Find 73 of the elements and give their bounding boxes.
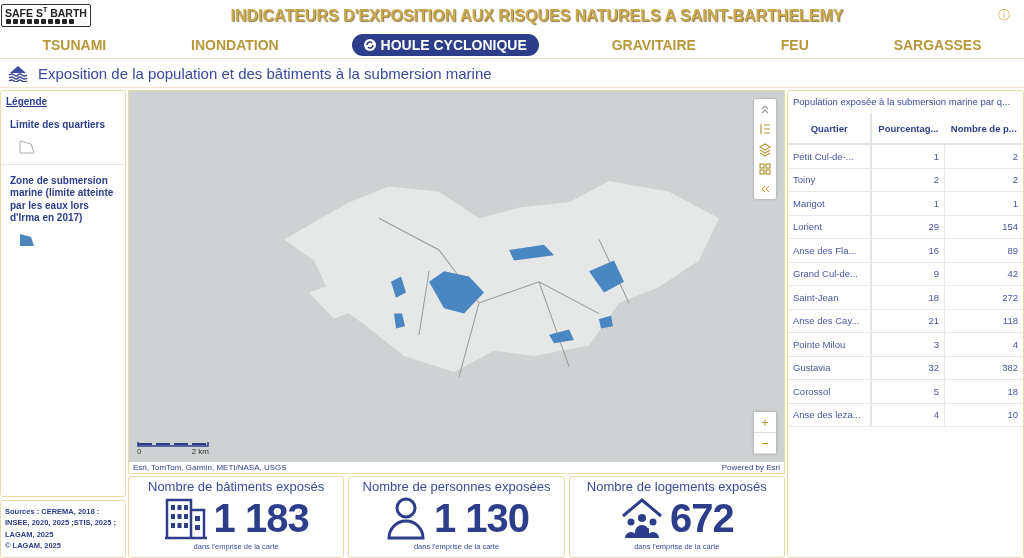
table-cell: 2: [871, 168, 945, 192]
column-header[interactable]: Nombre de p...: [944, 113, 1023, 144]
family-house-icon: [619, 496, 664, 540]
logo: SAFE S$^{T}$ BARTH: [1, 3, 91, 28]
table-cell: 16: [871, 238, 945, 262]
tab[interactable]: HOULE CYCLONIQUE: [351, 33, 539, 56]
map-attribution: Esri, TomTom, Garmin, METI/NASA, USGS: [133, 463, 287, 472]
table-cell: 18: [944, 379, 1023, 403]
column-header[interactable]: Quartier: [788, 113, 872, 144]
tab[interactable]: TSUNAMI: [30, 33, 119, 56]
stat-title: Nombre de personnes exposées: [362, 479, 551, 494]
building-icon: [163, 496, 208, 540]
zoom-out-button[interactable]: −: [754, 433, 776, 454]
legend-label: Zone de submersion marine (limite atteinte par les eaux lors d'Irma en 2017): [10, 174, 115, 225]
stat-title: Nombre de bâtiments exposés: [148, 479, 325, 494]
tab[interactable]: INONDATION: [179, 33, 291, 56]
table-cell: Pointe Milou: [788, 332, 872, 356]
table-cell: 9: [871, 262, 945, 286]
table-cell: 42: [944, 262, 1023, 286]
table-cell: 89: [944, 238, 1023, 262]
table-cell: Saint-Jean: [788, 285, 872, 309]
section-title: Exposition de la population et des bâtiments à la submersion marine: [38, 64, 492, 82]
table-title: Population exposée à la submersion marine par q...: [792, 95, 1012, 109]
table-cell: 4: [871, 403, 945, 427]
table-cell: 1: [944, 191, 1023, 215]
table-cell: 3: [871, 332, 945, 356]
stat-title: Nombre de logements exposés: [586, 479, 767, 494]
table-cell: Anse des leza...: [788, 403, 872, 427]
zoom-in-button[interactable]: +: [754, 412, 776, 433]
table-cell: Anse des Cay...: [788, 309, 872, 333]
table-cell: Petit Cul-de-...: [788, 144, 872, 168]
table-cell: 154: [944, 215, 1023, 239]
table-cell: Marigot: [788, 191, 872, 215]
table-cell: 272: [944, 285, 1023, 309]
legend-title: Légende: [6, 96, 48, 107]
table-cell: 21: [871, 309, 945, 333]
info-icon[interactable]: ⓘ: [998, 7, 1010, 24]
scale-label: 0: [137, 447, 142, 456]
submersion-swatch: [19, 232, 35, 247]
table-cell: 4: [944, 332, 1023, 356]
table-cell: 118: [944, 309, 1023, 333]
scale-label: 2 km: [191, 447, 209, 456]
table-cell: Grand Cul-de...: [788, 262, 872, 286]
legend-label: Limite des quartiers: [10, 119, 107, 132]
table-cell: 5: [871, 379, 945, 403]
column-header[interactable]: Pourcentag...: [871, 113, 945, 144]
app-title: INDICATEURS D'EXPOSITION AUX RISQUES NATURELS A SAINT-BARTHELEMY: [229, 6, 845, 25]
table-cell: 2: [944, 168, 1023, 192]
table-cell: 382: [944, 356, 1023, 380]
stat-value: 672: [669, 495, 734, 541]
map[interactable]: + − 0 2 km Esri, TomTom, Garmin, METI/NASA, USGS Powered by Esri: [128, 90, 785, 474]
table-cell: Anse des Fla...: [788, 238, 872, 262]
outline-swatch: [19, 139, 35, 154]
table-cell: 10: [944, 403, 1023, 427]
table-cell: 1: [871, 191, 945, 215]
tab[interactable]: SARGASSES: [881, 33, 994, 56]
table-cell: Lorient: [788, 215, 872, 239]
table-cell: 29: [871, 215, 945, 239]
cyclone-icon: [363, 38, 376, 51]
tab[interactable]: FEU: [768, 33, 821, 56]
table-cell: Corossol: [788, 379, 872, 403]
table-cell: Gustavia: [788, 356, 872, 380]
wave-house-icon: [8, 64, 28, 82]
table-cell: 32: [871, 356, 945, 380]
tab[interactable]: GRAVITAIRE: [599, 33, 708, 56]
table-cell: 2: [944, 144, 1023, 168]
scale-bar: [137, 441, 209, 447]
powered-by-link[interactable]: Powered by Esri: [721, 463, 780, 472]
stat-value: 1 183: [213, 495, 309, 541]
stat-value: 1 130: [433, 495, 530, 541]
table-cell: Toiny: [788, 168, 872, 192]
table-cell: 1: [871, 144, 945, 168]
table-cell: 18: [871, 285, 945, 309]
